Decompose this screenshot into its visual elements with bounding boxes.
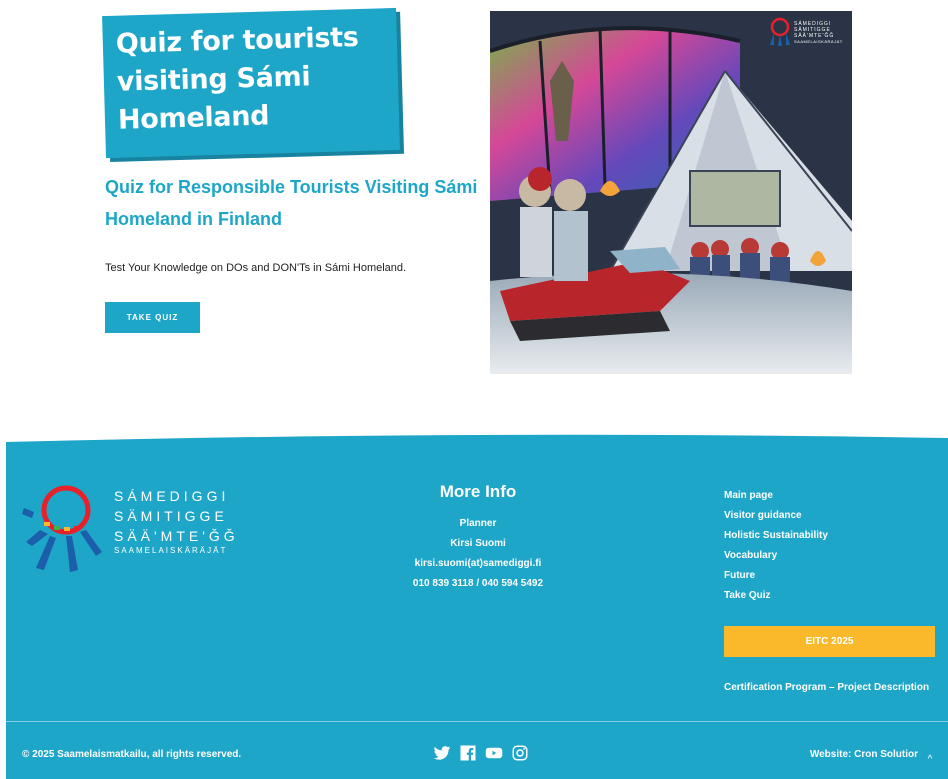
- twitter-icon[interactable]: [433, 744, 451, 762]
- footer-divider: [6, 721, 948, 722]
- footer-nav: Main page Visitor guidance Holistic Sust…: [724, 486, 828, 606]
- contact-role: Planner: [459, 518, 497, 529]
- contact-phone[interactable]: 010 839 3118 / 040 594 5492: [378, 574, 578, 594]
- illustration-logo: SÁMEDIGGI SÄMITIGGE SÄÄ'MTE'ǦǦ SAAMELAIS…: [768, 17, 844, 51]
- logo-line-4: SAAMELAISKÄRÄJÄT: [114, 546, 228, 555]
- logo-line-2: SÄMITIGGE: [114, 508, 228, 524]
- samediggi-logo-icon: [22, 485, 102, 572]
- quiz-subtitle: Quiz for Responsible Tourists Visiting S…: [105, 177, 478, 229]
- eitc-button[interactable]: EITC 2025: [724, 626, 935, 657]
- footer-link-vocabulary[interactable]: Vocabulary: [724, 546, 828, 566]
- take-quiz-button[interactable]: TAKE QUIZ: [105, 302, 200, 333]
- logo-line-1: SÁMEDIGGI: [114, 488, 230, 504]
- footer-link-future[interactable]: Future: [724, 566, 828, 586]
- footer-logo-name: SÁMEDIGGI SÄMITIGGE SÄÄ'MTE'ǦǦ SAAMELAIS…: [114, 486, 239, 556]
- quiz-lead: Test Your Knowledge on DOs and DON'Ts in…: [105, 262, 407, 274]
- illustration-logo-text: SÁMEDIGGI SÄMITIGGE SÄÄ'MTE'ǦǦ SAAMELAIS…: [794, 21, 843, 45]
- contact-name: Kirsi Suomi: [450, 538, 506, 549]
- social-links: [433, 744, 529, 762]
- more-info-heading: More Info: [439, 482, 517, 501]
- instagram-icon[interactable]: [511, 744, 529, 762]
- footer-logo[interactable]: SÁMEDIGGI SÄMITIGGE SÄÄ'MTE'ǦǦ SAAMELAIS…: [22, 482, 252, 577]
- scroll-top-icon[interactable]: ^: [924, 754, 936, 766]
- more-info-section: More Info Planner Kirsi Suomi kirsi.suom…: [378, 482, 578, 594]
- illustration-art: [490, 11, 852, 374]
- footer-link-visitor-guidance[interactable]: Visitor guidance: [724, 506, 828, 526]
- footer-link-take-quiz[interactable]: Take Quiz: [724, 586, 828, 606]
- website-credit[interactable]: Website: Cron Solutior: [810, 749, 918, 760]
- facebook-icon[interactable]: [459, 744, 477, 762]
- hero-banner: Quiz for tourists visiting Sámi Homeland: [102, 7, 400, 159]
- hero-title: Quiz for tourists visiting Sámi Homeland: [115, 21, 359, 136]
- copyright-text: © 2025 Saamelaismatkailu, all rights res…: [22, 749, 242, 760]
- site-footer: SÁMEDIGGI SÄMITIGGE SÄÄ'MTE'ǦǦ SAAMELAIS…: [6, 442, 948, 779]
- contact-email[interactable]: kirsi.suomi(at)samediggi.fi: [378, 554, 578, 574]
- footer-link-holistic-sustainability[interactable]: Holistic Sustainability: [724, 526, 828, 546]
- tourist-illustration: SÁMEDIGGI SÄMITIGGE SÄÄ'MTE'ǦǦ SAAMELAIS…: [490, 11, 852, 374]
- certification-program-link[interactable]: Certification Program – Project Descript…: [724, 682, 929, 693]
- logo-line-3: SÄÄ'MTE'ǦǦ: [114, 528, 239, 544]
- youtube-icon[interactable]: [485, 744, 503, 762]
- samediggi-logo-icon: [770, 17, 790, 46]
- illu-logo-line: SAAMELAISKÄRÄJÄT: [794, 39, 843, 44]
- footer-link-main-page[interactable]: Main page: [724, 486, 828, 506]
